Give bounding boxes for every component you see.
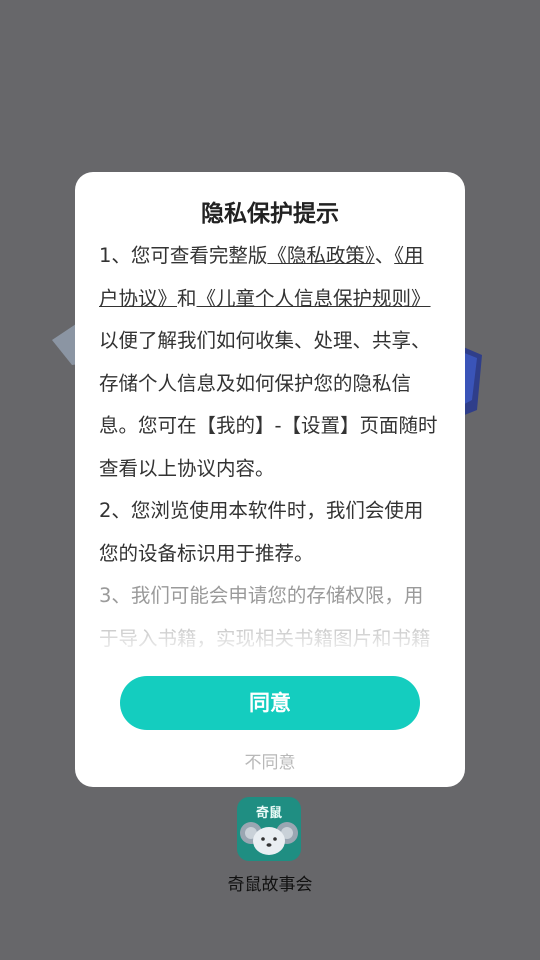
dialog-title: 隐私保护提示: [201, 201, 339, 227]
privacy-policy-link[interactable]: 《隐私政策》: [267, 244, 374, 267]
para1-text-2: 、: [374, 244, 395, 267]
privacy-paragraph-1: 1、您可查看完整版《隐私政策》、《用户协议》和《儿童个人信息保护规则》以便了解我…: [99, 235, 441, 490]
para1-text-1: 1、您可查看完整版: [99, 244, 268, 267]
app-logo: 奇鼠: [237, 797, 301, 861]
app-icon-text: 奇鼠: [256, 805, 282, 821]
app-name: 奇鼠故事会: [227, 875, 313, 895]
privacy-paragraph-2: 2、您浏览使用本软件时，我们会使用您的设备标识用于推荐。: [99, 499, 424, 565]
dialog-body[interactable]: 1、您可查看完整版《隐私政策》、《用户协议》和《儿童个人信息保护规则》以便了解我…: [99, 235, 441, 660]
mouse-logo-icon: 奇鼠: [240, 805, 298, 855]
agree-button[interactable]: 同意: [120, 676, 420, 730]
para1-text-3: 和: [177, 286, 197, 310]
scroll-fade-mask: [75, 600, 465, 660]
child-privacy-rules-link[interactable]: 《儿童个人信息保护规则》: [197, 287, 431, 310]
para1-text-4: 以便了解我们如何收集、处理、共享、存储个人信息及如何保护您的隐私信息。您可在【我…: [99, 329, 438, 480]
disagree-button[interactable]: 不同意: [0, 748, 540, 773]
